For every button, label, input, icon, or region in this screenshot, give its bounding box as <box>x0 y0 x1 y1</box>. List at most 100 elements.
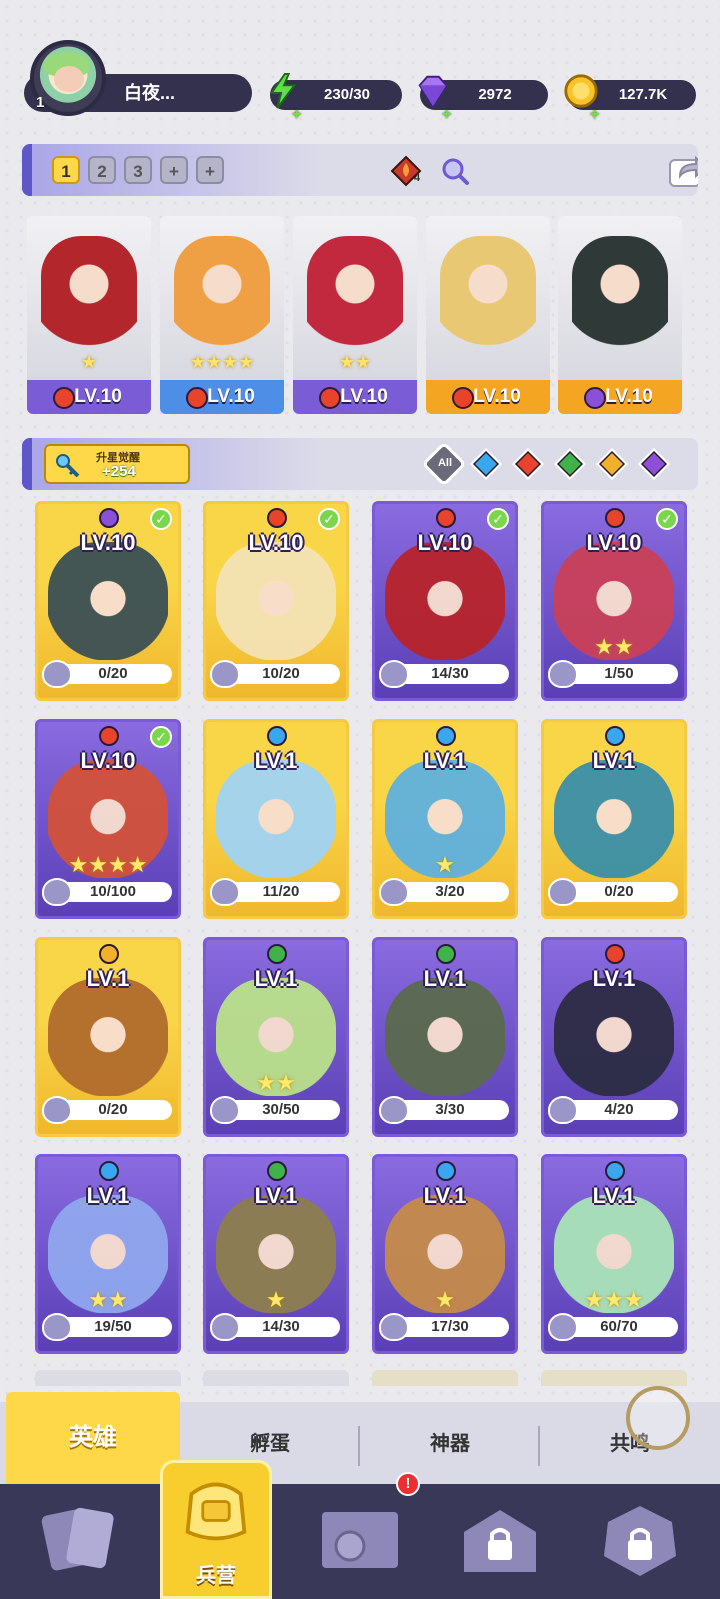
light-element-icon <box>99 944 119 964</box>
team-hero-card[interactable]: LV.10 <box>558 216 682 414</box>
team-hero-card[interactable]: LV.10 <box>426 216 550 414</box>
hero-portrait <box>385 978 505 1096</box>
hero-level: LV.1 <box>86 1183 130 1208</box>
fire-element-icon <box>436 508 456 528</box>
nav-locked-shop[interactable] <box>440 1484 560 1599</box>
hero-card[interactable]: LV.10 ✓ ★★★★ 10/100 <box>35 719 181 919</box>
team-tab-add[interactable]: + <box>160 156 188 184</box>
team-hero-card[interactable]: ★ LV.10 <box>27 216 151 414</box>
hero-stars: ★★ <box>594 634 634 659</box>
hero-card[interactable]: LV.1 ★ 14/30 <box>203 1154 349 1354</box>
hero-card[interactable]: LV.1 0/20 <box>35 937 181 1137</box>
hero-level: LV.1 <box>423 966 467 991</box>
nav-barracks[interactable]: 兵营 <box>160 1460 272 1599</box>
hero-card[interactable]: LV.1 ★★ 30/50 <box>203 937 349 1137</box>
shard-icon <box>42 1313 72 1341</box>
shard-icon <box>379 878 409 906</box>
hero-portrait <box>440 236 536 356</box>
hero-level: LV.10 <box>340 386 388 407</box>
hero-level: LV.1 <box>254 966 298 991</box>
fire-element-icon <box>319 387 341 409</box>
hero-card[interactable]: LV.1 ★ 3/20 <box>372 719 518 919</box>
hero-level: LV.1 <box>592 1183 636 1208</box>
hero-card[interactable]: LV.1 ★★ 19/50 <box>35 1154 181 1354</box>
tab-artifact[interactable]: 神器 <box>360 1402 540 1484</box>
bottom-nav: 兵营 ! <box>0 1460 720 1599</box>
hero-stars: ★★ <box>88 1287 128 1312</box>
water-element-icon <box>99 1161 119 1181</box>
hero-stars: ★ <box>435 852 455 877</box>
tab-heroes[interactable]: 英雄 <box>6 1392 180 1484</box>
team-hero-card[interactable]: ★★★★ LV.10 <box>160 216 284 414</box>
fire-element-icon <box>605 508 625 528</box>
hero-level: LV.1 <box>592 966 636 991</box>
filter-light-icon[interactable] <box>594 446 630 482</box>
hero-card[interactable]: LV.10 ✓ 0/20 <box>35 501 181 701</box>
team-hero-card[interactable]: ★★ LV.10 <box>293 216 417 414</box>
check-icon: ✓ <box>487 508 509 530</box>
hero-portrait <box>307 236 403 356</box>
team-tab-1[interactable]: 1 <box>52 156 80 184</box>
filter-wind-icon[interactable] <box>552 446 588 482</box>
hero-card[interactable]: LV.10 ✓ 14/30 <box>372 501 518 701</box>
fist-icon <box>185 1482 247 1541</box>
hero-portrait <box>554 978 674 1096</box>
shard-icon <box>379 1313 409 1341</box>
hero-card[interactable]: LV.10 ✓ 10/20 <box>203 501 349 701</box>
energy-counter[interactable]: + 230/30 <box>269 72 402 123</box>
hero-stars: ★★★★ <box>189 352 255 372</box>
wind-element-icon <box>267 944 287 964</box>
check-icon: ✓ <box>656 508 678 530</box>
hero-card[interactable]: LV.1 0/20 <box>541 719 687 919</box>
map-icon <box>322 1512 398 1568</box>
hero-portrait <box>48 978 168 1096</box>
nav-cards[interactable] <box>20 1484 140 1599</box>
hero-portrait <box>385 542 505 660</box>
hero-card[interactable]: LV.1 ★ 17/30 <box>372 1154 518 1354</box>
cards-icon <box>41 1507 114 1571</box>
team-tab-add[interactable]: + <box>196 156 224 184</box>
check-icon: ✓ <box>318 508 340 530</box>
search-icon[interactable] <box>440 156 470 186</box>
hero-portrait <box>216 760 336 878</box>
compass-icon[interactable] <box>626 1386 690 1450</box>
star-awaken-button[interactable]: 升星觉醒 +254 <box>44 444 190 484</box>
hero-stars: ★ <box>80 352 98 372</box>
shard-icon <box>42 1096 72 1124</box>
shard-icon <box>42 878 72 906</box>
hero-level: LV.10 <box>417 530 473 555</box>
hero-card[interactable]: LV.1 4/20 <box>541 937 687 1137</box>
filter-fire-icon[interactable] <box>510 446 546 482</box>
team-tab-2[interactable]: 2 <box>88 156 116 184</box>
hero-level: LV.1 <box>423 748 467 773</box>
hero-portrait <box>174 236 270 356</box>
hero-stars: ★★ <box>338 352 372 372</box>
share-icon[interactable] <box>668 152 698 188</box>
hero-card[interactable]: LV.1 11/20 <box>203 719 349 919</box>
hero-portrait <box>216 542 336 660</box>
hero-card[interactable]: LV.1 3/30 <box>372 937 518 1137</box>
hero-level: LV.10 <box>586 530 642 555</box>
shard-icon <box>548 878 578 906</box>
water-element-icon <box>605 726 625 746</box>
lock-icon <box>464 1510 536 1572</box>
water-element-icon <box>605 1161 625 1181</box>
coin-counter[interactable]: + 127.7K <box>564 74 696 123</box>
plus-icon: + <box>442 106 452 123</box>
hero-card[interactable]: LV.10 ✓ ★★ 1/50 <box>541 501 687 701</box>
team-tab-3[interactable]: 3 <box>124 156 152 184</box>
gem-counter[interactable]: + 2972 <box>418 75 548 123</box>
water-element-icon <box>436 1161 456 1181</box>
plus-icon: + <box>590 106 600 123</box>
water-element-icon <box>436 726 456 746</box>
nav-map[interactable] <box>300 1484 420 1599</box>
shard-icon <box>548 660 578 688</box>
hero-portrait <box>554 760 674 878</box>
hero-level: LV.1 <box>254 1183 298 1208</box>
hero-stars: ★★★ <box>584 1287 644 1312</box>
nav-locked-guild[interactable] <box>580 1484 700 1599</box>
hero-level: LV.10 <box>74 386 122 407</box>
filter-dark-icon[interactable] <box>636 446 672 482</box>
filter-water-icon[interactable] <box>468 446 504 482</box>
hero-card[interactable]: LV.1 ★★★ 60/70 <box>541 1154 687 1354</box>
